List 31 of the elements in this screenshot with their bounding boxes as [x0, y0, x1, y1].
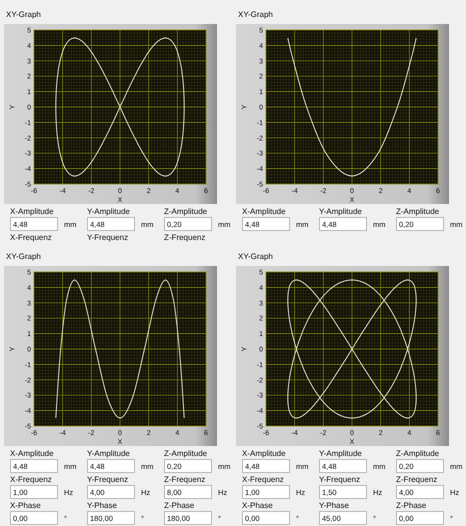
field-label: Y-Amplitude — [319, 207, 363, 216]
graph-title: XY-Graph — [6, 252, 41, 261]
field-label: Y-Phase — [319, 501, 350, 510]
field-label: Z-Amplitude — [396, 207, 440, 216]
field-label: Y-Frequenz — [319, 475, 362, 484]
field-label: Y-Frequenz — [87, 475, 130, 484]
field-label: X-Amplitude — [10, 449, 55, 458]
field-label: X-Frequenz — [242, 475, 285, 484]
field-label: Z-Amplitude — [164, 207, 208, 216]
graph-title: XY-Graph — [238, 252, 273, 261]
field-label: X-Phase — [10, 501, 42, 510]
field-label: X-Phase — [242, 501, 274, 510]
field-label: Z-Phase — [396, 501, 428, 510]
field-label: X-Amplitude — [10, 207, 55, 216]
field-label: Z-Frequenz — [164, 233, 206, 242]
field-label: Y-Amplitude — [87, 207, 131, 216]
graph-title: XY-Graph — [6, 10, 41, 19]
field-label: Z-Amplitude — [164, 449, 208, 458]
field-label: X-Frequenz — [10, 475, 53, 484]
field-label: Z-Frequenz — [164, 475, 206, 484]
field-label: Z-Frequenz — [396, 475, 438, 484]
field-label: Y-Frequenz — [87, 233, 130, 242]
field-label: Y-Phase — [87, 501, 118, 510]
field-label: Z-Phase — [164, 501, 196, 510]
graph-title: XY-Graph — [238, 10, 273, 19]
field-label: Y-Amplitude — [319, 449, 363, 458]
field-label: X-Amplitude — [242, 207, 287, 216]
field-label: X-Frequenz — [10, 233, 53, 242]
field-label: Z-Amplitude — [396, 449, 440, 458]
field-label: X-Amplitude — [242, 449, 287, 458]
field-label: Y-Amplitude — [87, 449, 131, 458]
